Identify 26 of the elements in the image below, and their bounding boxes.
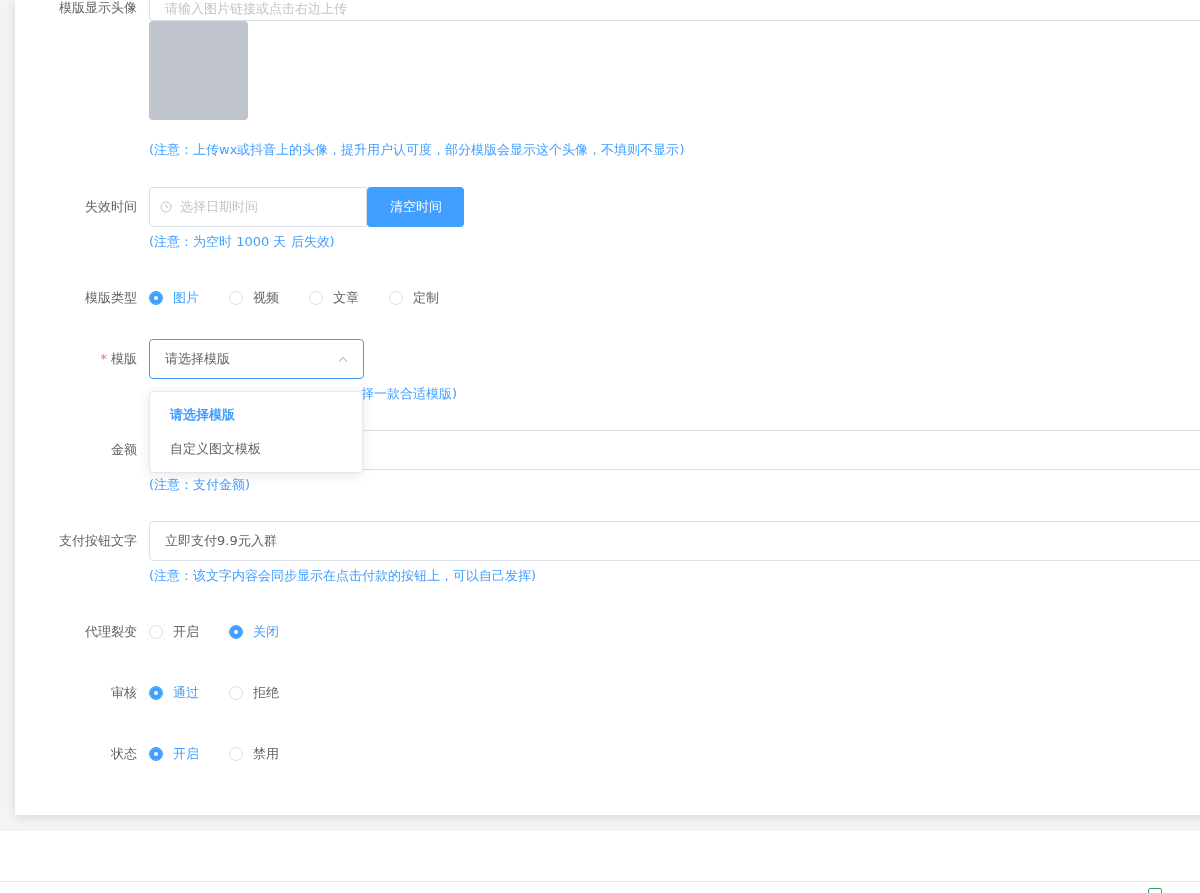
field-hint: (注意：支付金额) [149,476,252,494]
label-text: 模版 [111,350,137,368]
field-label: 模版显示头像 [58,0,138,17]
dropdown-option[interactable]: 自定义图文模板 [150,432,362,466]
radio-option[interactable]: 禁用 [229,745,279,763]
radio-option[interactable]: 定制 [389,289,439,307]
text-field[interactable]: 立即支付9.9元入群 [149,521,1200,561]
field-hint: (注意：为空时 1000 天 后失效) [149,233,336,251]
field-label: 支付按钮文字 [58,532,138,550]
radio-option[interactable]: 文章 [309,289,359,307]
radio-option[interactable]: 开启 [149,623,199,641]
field-label: 模版类型 [84,289,138,307]
field-label: 代理裂变 [84,623,138,641]
template-select[interactable]: 请选择模版 [149,339,364,379]
field-label: 金额 [110,441,138,459]
radio-option[interactable]: 拒绝 [229,684,279,702]
clock-icon [160,201,172,213]
field-hint: (注意：上传wx或抖音上的头像，提升用户认可度，部分模版会显示这个头像，不填则不显示) [149,141,686,159]
field-label: 审核 [110,684,138,702]
field-label: 状态 [110,745,138,763]
required-mark: * [100,350,107,368]
field-label: 失效时间 [84,198,138,216]
caret-icon [338,356,348,362]
field-hint: (注意：该文字内容会同步显示在点击付款的按钮上，可以自己发挥) [149,567,538,585]
field-hint: 择一款合适模版) [361,386,458,401]
radio-option[interactable]: 视频 [229,289,279,307]
